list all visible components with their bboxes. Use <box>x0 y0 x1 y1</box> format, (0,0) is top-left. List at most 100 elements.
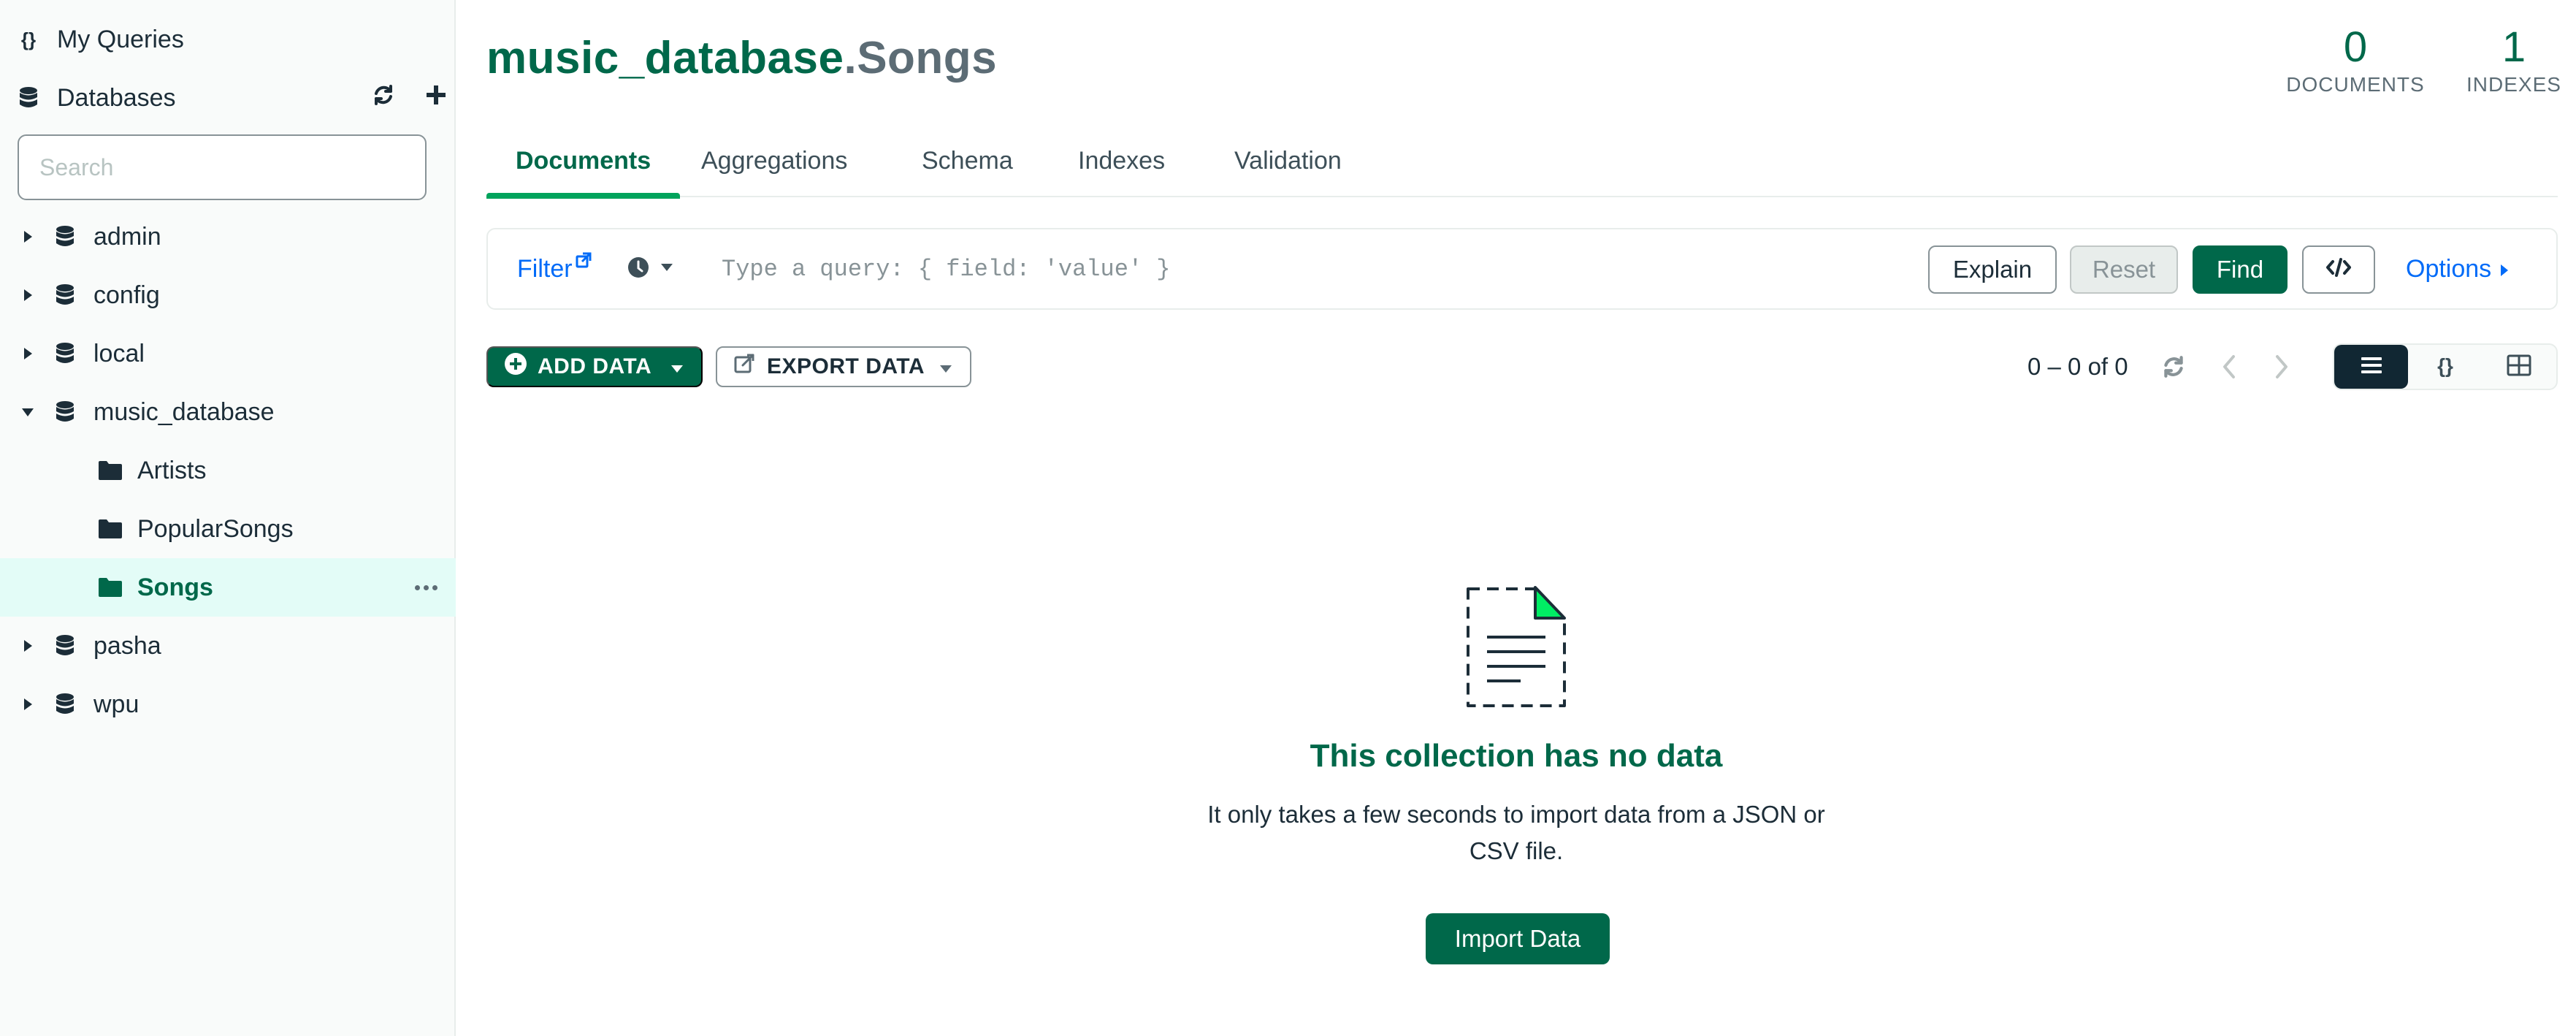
caret-right-icon[interactable] <box>20 288 35 302</box>
database-icon <box>56 633 77 658</box>
my-queries-label: My Queries <box>57 25 184 53</box>
caret-down-icon <box>660 262 673 275</box>
empty-state-description: It only takes a few seconds to import da… <box>1207 801 1825 864</box>
caret-down-icon <box>670 354 684 379</box>
database-icon <box>16 85 41 110</box>
sidebar-item-songs[interactable]: Songs <box>0 558 456 617</box>
import-data-button[interactable]: Import Data <box>1426 913 1610 964</box>
database-label: pasha <box>93 631 161 660</box>
collection-label: Songs <box>137 573 213 601</box>
indexes-label: INDEXES <box>2466 73 2561 96</box>
database-icon <box>56 400 77 424</box>
tab-documents[interactable]: Documents <box>486 124 681 199</box>
caret-right-icon <box>2500 255 2509 283</box>
collection-label: Artists <box>137 456 207 484</box>
folder-icon <box>98 460 123 481</box>
sidebar-item-admin[interactable]: admin <box>0 207 456 266</box>
empty-state-title: This collection has no data <box>1310 738 1723 774</box>
query-history-button[interactable] <box>627 229 673 308</box>
chevron-left-icon[interactable] <box>2212 346 2247 387</box>
database-label: config <box>93 281 160 309</box>
database-label: music_database <box>93 397 275 426</box>
query-bar: Filter Explain Reset Find <box>486 228 2558 310</box>
sidebar: {} My Queries Databases admin <box>0 0 456 1036</box>
tab-aggregations[interactable]: Aggregations <box>672 124 876 197</box>
edit-export-icon <box>733 353 755 381</box>
export-data-label: EXPORT DATA <box>767 354 925 378</box>
databases-label: Databases <box>57 83 176 112</box>
collection-label: PopularSongs <box>137 514 294 543</box>
tab-indexes[interactable]: Indexes <box>1049 124 1194 197</box>
find-button[interactable]: Find <box>2193 245 2288 294</box>
filter-link[interactable]: Filter <box>517 229 592 308</box>
list-view-button[interactable] <box>2334 345 2409 389</box>
caret-right-icon[interactable] <box>20 346 35 361</box>
options-label: Options <box>2406 254 2492 283</box>
explain-button[interactable]: Explain <box>1928 245 2057 294</box>
sidebar-item-local[interactable]: local <box>0 324 456 383</box>
curly-braces-icon: {} <box>2432 353 2458 381</box>
table-view-button[interactable] <box>2483 345 2556 389</box>
tab-validation[interactable]: Validation <box>1205 124 1371 197</box>
sidebar-item-popularsongs[interactable]: PopularSongs <box>0 500 456 558</box>
caret-right-icon[interactable] <box>20 697 35 712</box>
my-queries-nav-item[interactable]: {} My Queries <box>16 10 184 69</box>
json-view-button[interactable]: {} <box>2408 345 2482 389</box>
code-icon <box>2325 256 2352 283</box>
refresh-icon[interactable] <box>2156 346 2191 387</box>
folder-icon <box>98 518 123 540</box>
database-label: local <box>93 339 145 367</box>
collection-title: music_database.Songs <box>486 32 997 84</box>
svg-text:{}: {} <box>21 28 36 50</box>
database-icon <box>56 692 77 717</box>
view-mode-toggle: {} <box>2333 343 2558 390</box>
list-icon <box>2360 356 2383 378</box>
database-icon <box>56 224 77 249</box>
options-toggle[interactable]: Options <box>2406 229 2509 308</box>
caret-right-icon[interactable] <box>20 639 35 653</box>
add-data-label: ADD DATA <box>538 354 652 378</box>
plus-circle-icon <box>504 352 527 381</box>
sidebar-item-wpu[interactable]: wpu <box>0 675 456 734</box>
query-filter-input[interactable] <box>722 248 1861 289</box>
refresh-icon[interactable] <box>371 83 396 114</box>
caret-down-icon <box>939 354 952 379</box>
chevron-right-icon[interactable] <box>2264 346 2299 387</box>
external-link-icon <box>576 252 592 273</box>
add-data-button[interactable]: ADD DATA <box>486 346 703 387</box>
table-icon <box>2507 354 2531 380</box>
sidebar-item-artists[interactable]: Artists <box>0 441 456 500</box>
caret-down-icon[interactable] <box>20 405 35 419</box>
title-database-name: music_database <box>486 33 844 83</box>
sidebar-search-input[interactable] <box>18 134 427 200</box>
caret-right-icon[interactable] <box>20 229 35 244</box>
collection-tabs: Documents Aggregations Schema Indexes Va… <box>486 124 2558 199</box>
clock-icon <box>627 256 650 283</box>
indexes-stat[interactable]: 1 INDEXES <box>2463 22 2565 96</box>
database-label: admin <box>93 222 161 251</box>
curly-braces-icon: {} <box>16 27 41 52</box>
plus-icon[interactable] <box>425 84 447 113</box>
sidebar-item-music-database[interactable]: music_database <box>0 383 456 441</box>
folder-icon <box>98 576 123 598</box>
database-icon <box>56 283 77 308</box>
sidebar-item-pasha[interactable]: pasha <box>0 617 456 675</box>
indexes-count: 1 <box>2502 23 2526 71</box>
filter-label: Filter <box>517 254 573 283</box>
open-code-button[interactable] <box>2302 245 2375 294</box>
databases-nav-item[interactable]: Databases <box>16 69 447 127</box>
svg-text:{}: {} <box>2437 354 2453 377</box>
sidebar-item-config[interactable]: config <box>0 266 456 324</box>
database-icon <box>56 341 77 366</box>
documents-label: DOCUMENTS <box>2286 73 2425 96</box>
more-options-icon[interactable] <box>415 584 440 590</box>
empty-document-illustration <box>1465 584 1567 710</box>
export-data-button[interactable]: EXPORT DATA <box>716 346 971 387</box>
documents-stat: 0 DOCUMENTS <box>2264 22 2447 96</box>
reset-button[interactable]: Reset <box>2070 245 2178 294</box>
tab-schema[interactable]: Schema <box>893 124 1042 197</box>
title-collection-name: .Songs <box>844 33 998 83</box>
documents-count: 0 <box>2343 23 2368 71</box>
pagination-text: 0 – 0 of 0 <box>2027 353 2128 380</box>
database-label: wpu <box>93 690 139 718</box>
